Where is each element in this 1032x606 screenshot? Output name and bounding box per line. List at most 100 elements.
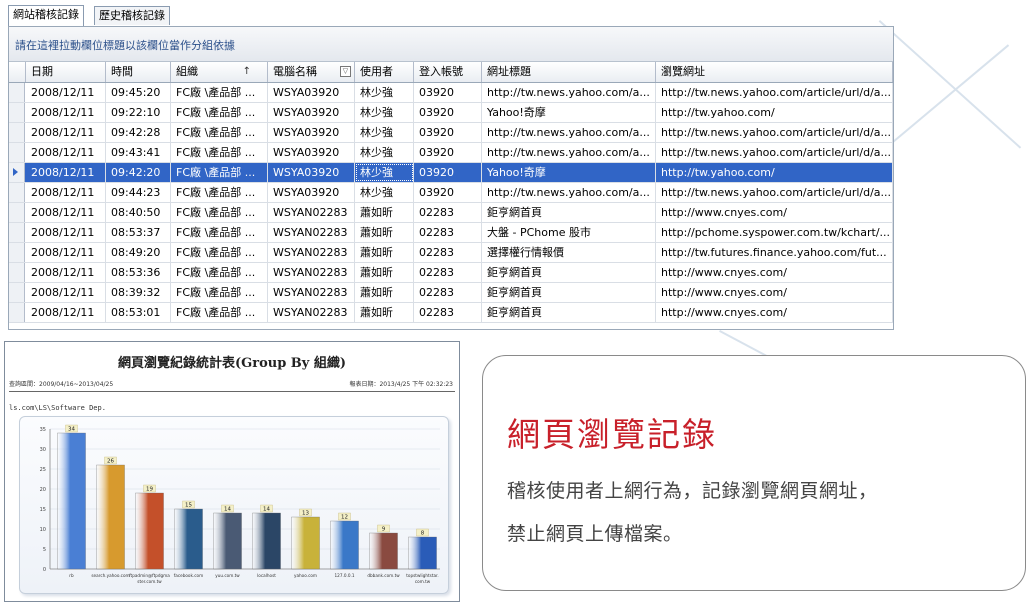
tab-history-audit[interactable]: 歷史稽核記錄 xyxy=(94,6,170,25)
cell-url[interactable]: http://www.cnyes.com/ xyxy=(656,263,893,282)
cell-url[interactable]: http://pchome.syspower.com.tw/kchart/... xyxy=(656,223,893,242)
cell-computer[interactable]: WSYA03920 xyxy=(268,143,355,162)
cell-page-title[interactable]: 鉅亨網首頁 xyxy=(482,263,656,282)
table-row[interactable]: 2008/12/11 09:42:20 FC廠 \產品部 ... WSYA03920 林… xyxy=(9,163,893,183)
cell-account[interactable]: 02283 xyxy=(414,303,482,322)
cell-account[interactable]: 02283 xyxy=(414,263,482,282)
cell-computer[interactable]: WSYAN02283 xyxy=(268,203,355,222)
filter-icon[interactable]: ▽ xyxy=(340,66,351,77)
row-selector[interactable] xyxy=(9,103,25,122)
cell-computer[interactable]: WSYA03920 xyxy=(268,83,355,102)
cell-time[interactable]: 09:43:41 xyxy=(106,143,171,162)
column-header-date[interactable]: 日期 xyxy=(26,62,106,82)
cell-user[interactable]: 蕭如昕 xyxy=(355,303,414,322)
cell-org[interactable]: FC廠 \產品部 ... xyxy=(171,263,268,282)
table-row[interactable]: 2008/12/11 08:53:37 FC廠 \產品部 ... WSYAN02283… xyxy=(9,223,893,243)
cell-time[interactable]: 08:53:37 xyxy=(106,223,171,242)
cell-org[interactable]: FC廠 \產品部 ... xyxy=(171,163,268,182)
cell-org[interactable]: FC廠 \產品部 ... xyxy=(171,303,268,322)
row-selector[interactable] xyxy=(9,183,25,202)
cell-user[interactable]: 蕭如昕 xyxy=(355,223,414,242)
row-selector[interactable] xyxy=(9,223,25,242)
cell-url[interactable]: http://tw.yahoo.com/ xyxy=(656,163,893,182)
cell-computer[interactable]: WSYA03920 xyxy=(268,103,355,122)
cell-date[interactable]: 2008/12/11 xyxy=(26,303,106,322)
cell-computer[interactable]: WSYAN02283 xyxy=(268,263,355,282)
cell-computer[interactable]: WSYAN02283 xyxy=(268,223,355,242)
cell-page-title[interactable]: Yahoo!奇摩 xyxy=(482,163,656,182)
cell-date[interactable]: 2008/12/11 xyxy=(26,243,106,262)
cell-account[interactable]: 02283 xyxy=(414,203,482,222)
cell-computer[interactable]: WSYA03920 xyxy=(268,123,355,142)
cell-time[interactable]: 08:53:36 xyxy=(106,263,171,282)
tab-site-audit[interactable]: 網站稽核記錄 xyxy=(8,5,84,26)
cell-user[interactable]: 蕭如昕 xyxy=(355,263,414,282)
row-selector[interactable] xyxy=(9,163,25,182)
cell-user[interactable]: 蕭如昕 xyxy=(355,283,414,302)
cell-account[interactable]: 02283 xyxy=(414,243,482,262)
table-row[interactable]: 2008/12/11 08:39:32 FC廠 \產品部 ... WSYAN02283… xyxy=(9,283,893,303)
cell-page-title[interactable]: http://tw.news.yahoo.com/a... xyxy=(482,83,656,102)
row-selector[interactable] xyxy=(9,123,25,142)
cell-date[interactable]: 2008/12/11 xyxy=(26,183,106,202)
cell-date[interactable]: 2008/12/11 xyxy=(26,163,106,182)
cell-computer[interactable]: WSYAN02283 xyxy=(268,243,355,262)
cell-account[interactable]: 03920 xyxy=(414,83,482,102)
cell-page-title[interactable]: 鉅亨網首頁 xyxy=(482,283,656,302)
cell-user[interactable]: 林少強 xyxy=(355,143,414,162)
table-row[interactable]: 2008/12/11 09:22:10 FC廠 \產品部 ... WSYA03920 林… xyxy=(9,103,893,123)
cell-account[interactable]: 03920 xyxy=(414,143,482,162)
table-row[interactable]: 2008/12/11 09:43:41 FC廠 \產品部 ... WSYA03920 林… xyxy=(9,143,893,163)
cell-user[interactable]: 林少強 xyxy=(355,163,414,182)
row-selector[interactable] xyxy=(9,143,25,162)
row-selector[interactable] xyxy=(9,203,25,222)
cell-time[interactable]: 09:44:23 xyxy=(106,183,171,202)
cell-page-title[interactable]: http://tw.news.yahoo.com/a... xyxy=(482,143,656,162)
cell-computer[interactable]: WSYA03920 xyxy=(268,163,355,182)
cell-user[interactable]: 林少強 xyxy=(355,123,414,142)
cell-url[interactable]: http://tw.futures.finance.yahoo.com/fut.… xyxy=(656,243,893,262)
cell-page-title[interactable]: 大盤 - PChome 股市 xyxy=(482,223,656,242)
cell-time[interactable]: 09:42:28 xyxy=(106,123,171,142)
cell-org[interactable]: FC廠 \產品部 ... xyxy=(171,203,268,222)
row-selector[interactable] xyxy=(9,303,25,322)
cell-time[interactable]: 09:22:10 xyxy=(106,103,171,122)
cell-account[interactable]: 03920 xyxy=(414,123,482,142)
table-row[interactable]: 2008/12/11 08:49:20 FC廠 \產品部 ... WSYAN02283… xyxy=(9,243,893,263)
cell-account[interactable]: 02283 xyxy=(414,223,482,242)
table-row[interactable]: 2008/12/11 08:40:50 FC廠 \產品部 ... WSYAN02283… xyxy=(9,203,893,223)
cell-date[interactable]: 2008/12/11 xyxy=(26,263,106,282)
cell-url[interactable]: http://tw.news.yahoo.com/article/url/d/a… xyxy=(656,123,893,142)
row-selector[interactable] xyxy=(9,283,25,302)
column-header-org[interactable]: 組織 ↑ xyxy=(171,62,268,82)
column-header-page-title[interactable]: 網址標題 xyxy=(482,62,656,82)
group-by-panel[interactable]: 請在這裡拉動欄位標題以該欄位當作分組依據 xyxy=(9,27,893,62)
cell-user[interactable]: 林少強 xyxy=(355,183,414,202)
table-row[interactable]: 2008/12/11 09:44:23 FC廠 \產品部 ... WSYA03920 林… xyxy=(9,183,893,203)
column-header-computer[interactable]: 電腦名稱 ▽ xyxy=(268,62,355,82)
column-header-user[interactable]: 使用者 xyxy=(355,62,414,82)
cell-page-title[interactable]: http://tw.news.yahoo.com/a... xyxy=(482,183,656,202)
cell-computer[interactable]: WSYA03920 xyxy=(268,183,355,202)
cell-user[interactable]: 蕭如昕 xyxy=(355,243,414,262)
row-selector[interactable] xyxy=(9,263,25,282)
cell-url[interactable]: http://tw.yahoo.com/ xyxy=(656,103,893,122)
cell-date[interactable]: 2008/12/11 xyxy=(26,203,106,222)
cell-date[interactable]: 2008/12/11 xyxy=(26,103,106,122)
cell-user[interactable]: 蕭如昕 xyxy=(355,203,414,222)
cell-user[interactable]: 林少強 xyxy=(355,83,414,102)
cell-time[interactable]: 08:40:50 xyxy=(106,203,171,222)
cell-computer[interactable]: WSYAN02283 xyxy=(268,303,355,322)
cell-org[interactable]: FC廠 \產品部 ... xyxy=(171,143,268,162)
cell-org[interactable]: FC廠 \產品部 ... xyxy=(171,103,268,122)
cell-url[interactable]: http://tw.news.yahoo.com/article/url/d/a… xyxy=(656,143,893,162)
cell-time[interactable]: 08:49:20 xyxy=(106,243,171,262)
table-row[interactable]: 2008/12/11 09:45:20 FC廠 \產品部 ... WSYA03920 林… xyxy=(9,83,893,103)
column-header-url[interactable]: 瀏覽網址 xyxy=(656,62,893,82)
row-selector[interactable] xyxy=(9,243,25,262)
cell-date[interactable]: 2008/12/11 xyxy=(26,123,106,142)
cell-computer[interactable]: WSYAN02283 xyxy=(268,283,355,302)
cell-page-title[interactable]: Yahoo!奇摩 xyxy=(482,103,656,122)
cell-org[interactable]: FC廠 \產品部 ... xyxy=(171,183,268,202)
column-header-account[interactable]: 登入帳號 xyxy=(414,62,482,82)
